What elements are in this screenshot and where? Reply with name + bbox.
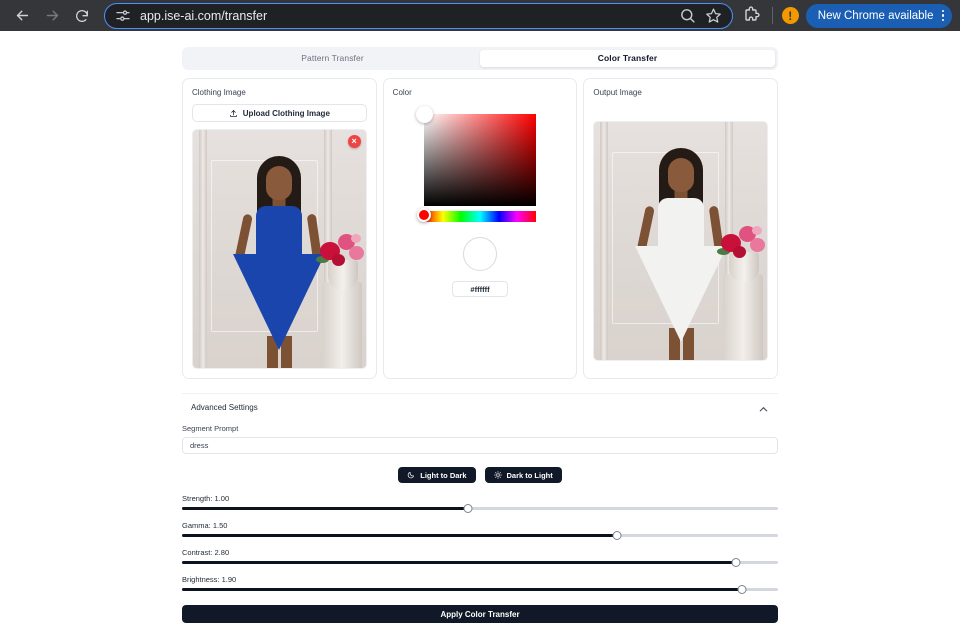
chevron-up-icon[interactable]: [758, 402, 769, 413]
slider-thumb[interactable]: [732, 558, 741, 567]
chrome-menu-icon[interactable]: [942, 10, 945, 22]
upload-icon: [229, 109, 238, 118]
extensions-puzzle-icon[interactable]: [741, 5, 763, 27]
light-to-dark-label: Light to Dark: [420, 471, 466, 480]
hue-slider-handle[interactable]: [417, 208, 431, 222]
page-content: Pattern Transfer Color Transfer Clothing…: [0, 31, 960, 640]
new-chrome-label: New Chrome available: [818, 10, 934, 22]
clothing-panel-title: Clothing Image: [192, 88, 367, 97]
slider-thumb[interactable]: [738, 585, 747, 594]
url-text: app.ise-ai.com/transfer: [140, 9, 670, 23]
slider-track[interactable]: [182, 588, 778, 591]
panels-row: Clothing Image Upload Clothing Image: [182, 78, 778, 379]
sun-icon: [494, 471, 502, 479]
segment-prompt-label: Segment Prompt: [182, 424, 778, 433]
dark-to-light-button[interactable]: Dark to Light: [485, 467, 562, 483]
slider-thumb[interactable]: [613, 531, 622, 540]
upload-clothing-image-button[interactable]: Upload Clothing Image: [192, 104, 367, 122]
output-image-panel: Output Image: [583, 78, 778, 379]
reload-icon: [74, 8, 90, 24]
slider-row: Brightness: 1.90: [182, 575, 778, 591]
tab-pattern-transfer[interactable]: Pattern Transfer: [185, 50, 480, 67]
back-button[interactable]: [8, 2, 36, 30]
slider-label: Gamma: 1.50: [182, 521, 778, 530]
back-arrow-icon: [14, 7, 31, 24]
slider-list: Strength: 1.00 Gamma: 1.50 Contrast: 2.80 B…: [182, 494, 778, 591]
slider-track[interactable]: [182, 534, 778, 537]
update-alert-icon[interactable]: !: [782, 7, 799, 24]
slider-row: Strength: 1.00: [182, 494, 778, 510]
advanced-settings-header[interactable]: Advanced Settings: [182, 393, 778, 413]
dark-to-light-label: Dark to Light: [507, 471, 553, 480]
upload-button-label: Upload Clothing Image: [243, 109, 330, 118]
slider-row: Contrast: 2.80: [182, 548, 778, 564]
browser-toolbar: app.ise-ai.com/transfer ! New Chrome ava…: [0, 0, 960, 31]
saturation-value-square[interactable]: [424, 114, 536, 206]
address-bar[interactable]: app.ise-ai.com/transfer: [104, 3, 733, 29]
output-image-preview[interactable]: [593, 121, 768, 361]
apply-color-transfer-button[interactable]: Apply Color Transfer: [182, 605, 778, 623]
hex-color-input[interactable]: #ffffff: [452, 281, 508, 297]
slider-label: Strength: 1.00: [182, 494, 778, 503]
slider-thumb[interactable]: [464, 504, 473, 513]
clothing-image-preview[interactable]: ×: [192, 129, 367, 369]
bookmark-star-icon[interactable]: [705, 7, 722, 24]
slider-fill: [182, 588, 742, 591]
moon-icon: [407, 471, 415, 479]
slider-track[interactable]: [182, 507, 778, 510]
direction-buttons: Light to Dark Dark to Light: [182, 467, 778, 483]
site-settings-icon[interactable]: [115, 8, 131, 24]
saturation-value-handle[interactable]: [416, 106, 433, 123]
search-icon[interactable]: [679, 7, 696, 24]
forward-button[interactable]: [38, 2, 66, 30]
slider-track[interactable]: [182, 561, 778, 564]
hue-slider[interactable]: [424, 211, 536, 222]
output-panel-title: Output Image: [593, 88, 768, 97]
clothing-image-panel: Clothing Image Upload Clothing Image: [182, 78, 377, 379]
slider-label: Contrast: 2.80: [182, 548, 778, 557]
app-container: Pattern Transfer Color Transfer Clothing…: [182, 47, 778, 623]
slider-fill: [182, 534, 617, 537]
segment-prompt-input[interactable]: dress: [182, 437, 778, 454]
light-to-dark-button[interactable]: Light to Dark: [398, 467, 475, 483]
advanced-settings-title: Advanced Settings: [182, 403, 258, 412]
slider-fill: [182, 507, 468, 510]
new-chrome-available-button[interactable]: New Chrome available: [806, 4, 952, 28]
reload-button[interactable]: [68, 2, 96, 30]
tab-color-transfer[interactable]: Color Transfer: [480, 50, 775, 67]
color-panel: Color #ffffff: [383, 78, 578, 379]
slider-label: Brightness: 1.90: [182, 575, 778, 584]
color-panel-title: Color: [393, 88, 568, 97]
clothing-photo: [193, 130, 366, 368]
toolbar-right-cluster: ! New Chrome available: [741, 4, 952, 28]
color-picker: #ffffff: [393, 104, 568, 297]
toolbar-divider: [772, 7, 773, 24]
color-preview-swatch: [463, 237, 497, 271]
slider-row: Gamma: 1.50: [182, 521, 778, 537]
forward-arrow-icon: [44, 7, 61, 24]
mode-tabs: Pattern Transfer Color Transfer: [182, 47, 778, 70]
output-photo: [594, 122, 767, 360]
slider-fill: [182, 561, 736, 564]
remove-image-button[interactable]: ×: [348, 135, 361, 148]
